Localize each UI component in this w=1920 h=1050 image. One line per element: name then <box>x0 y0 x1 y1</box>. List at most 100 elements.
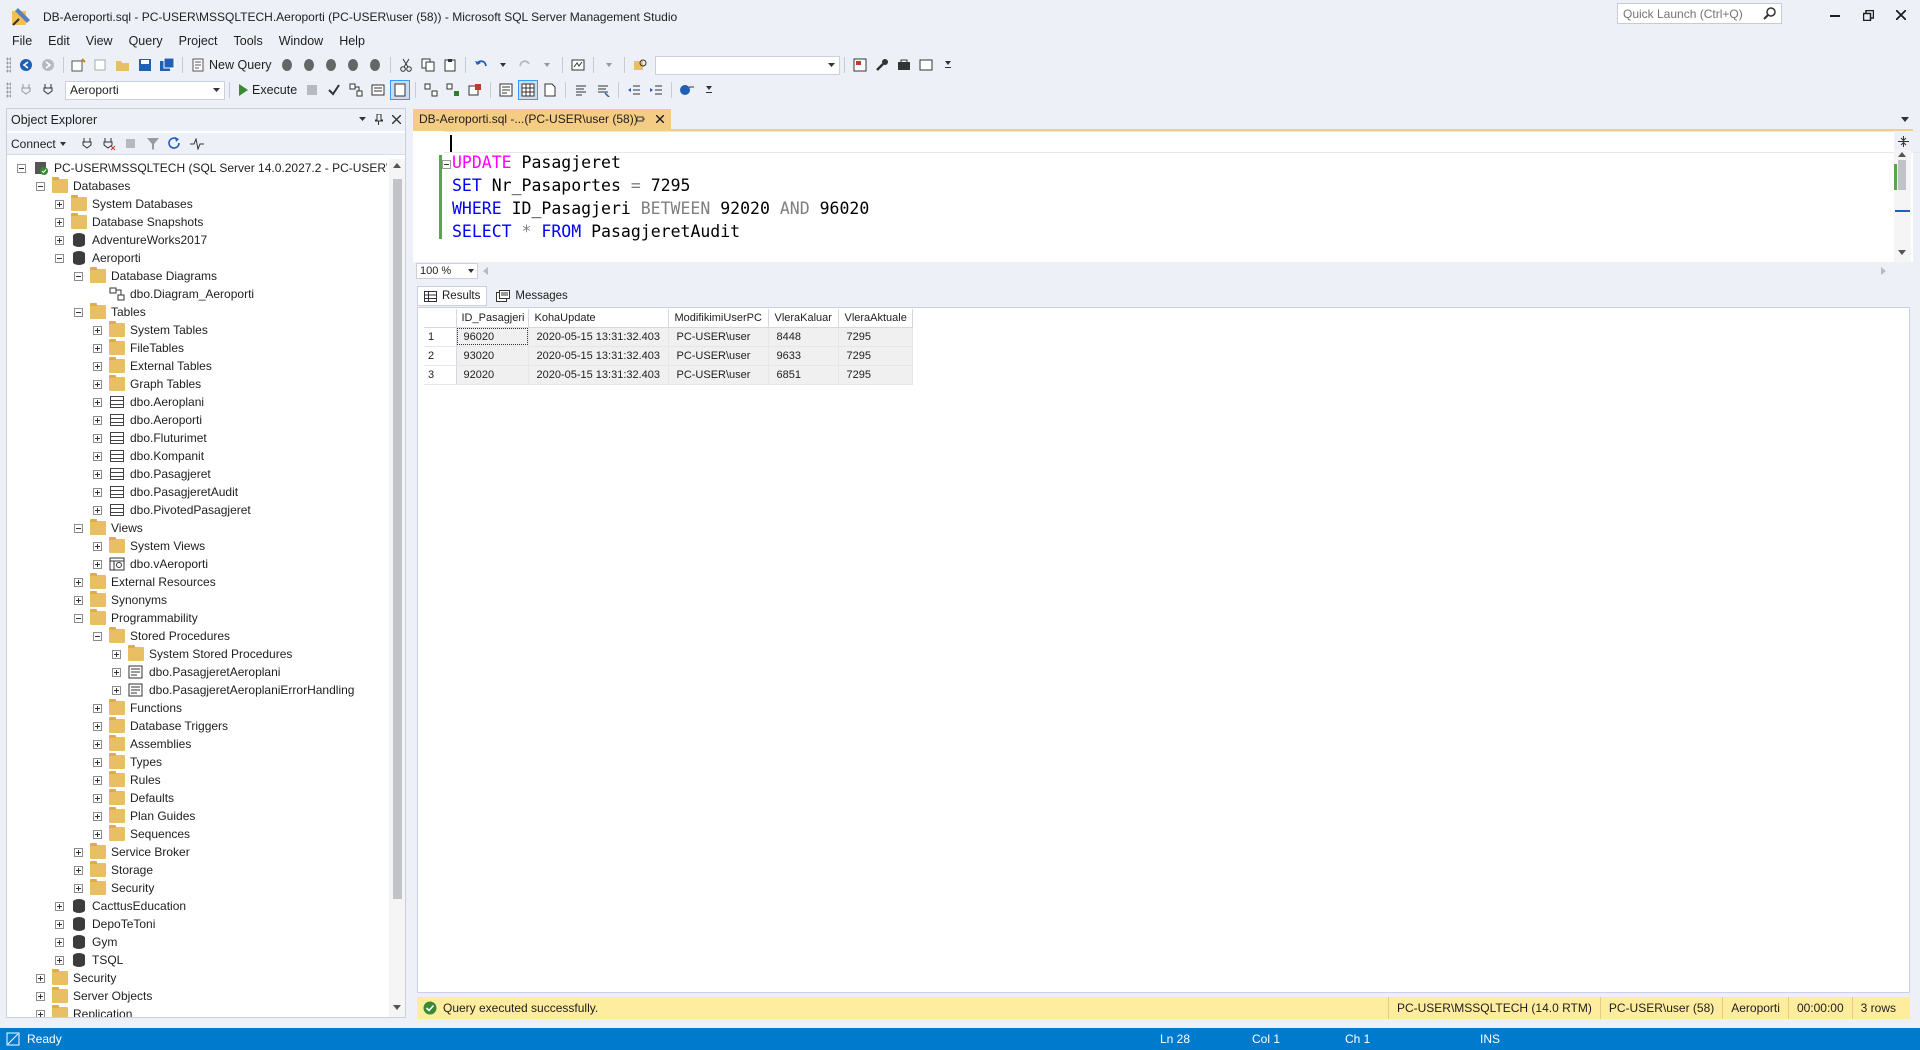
tree-node[interactable]: Database Diagrams <box>74 267 217 285</box>
tree-node[interactable]: Database Triggers <box>93 717 228 735</box>
live-stats-button[interactable] <box>443 80 463 100</box>
change-connection-button[interactable] <box>38 80 58 100</box>
add-item-button[interactable] <box>91 55 111 75</box>
tree-node[interactable]: Types <box>93 753 162 771</box>
decrease-indent-button[interactable] <box>624 80 644 100</box>
tree-node[interactable]: Databases <box>36 177 130 195</box>
tree-node[interactable]: AdventureWorks2017 <box>55 231 207 249</box>
results-to-text-button[interactable] <box>496 80 516 100</box>
estimated-plan-button[interactable] <box>346 80 366 100</box>
scroll-right-icon[interactable] <box>1881 267 1886 275</box>
expand-icon[interactable] <box>93 415 102 425</box>
expand-icon[interactable] <box>93 469 102 479</box>
scroll-up-icon[interactable] <box>393 163 401 168</box>
expand-icon[interactable] <box>74 883 83 893</box>
comment-button[interactable] <box>571 80 591 100</box>
expand-icon[interactable] <box>93 505 102 515</box>
tree-node[interactable]: TSQL <box>55 951 123 969</box>
menu-query[interactable]: Query <box>121 34 171 48</box>
expand-icon[interactable] <box>93 811 102 821</box>
collapse-icon[interactable] <box>93 631 102 641</box>
tree-node[interactable]: dbo.Kompanit <box>93 447 204 465</box>
solution-config-dropdown[interactable] <box>599 55 619 75</box>
expand-icon[interactable] <box>93 397 102 407</box>
execute-button[interactable]: Execute <box>234 80 301 100</box>
tree-node[interactable]: External Resources <box>74 573 216 591</box>
tree-node[interactable]: Rules <box>93 771 161 789</box>
restore-button[interactable] <box>1853 4 1883 26</box>
row-number[interactable]: 2 <box>424 346 457 366</box>
expand-icon[interactable] <box>93 361 102 371</box>
tree-node[interactable]: dbo.PasagjeretAudit <box>93 483 238 501</box>
tree-node[interactable]: dbo.Aeroporti <box>93 411 202 429</box>
tree-node[interactable]: dbo.PasagjeretAeroplaniErrorHandling <box>112 681 354 699</box>
expand-icon[interactable] <box>74 847 83 857</box>
redo-button[interactable] <box>515 55 535 75</box>
tree-node[interactable]: Server Objects <box>36 987 152 1005</box>
expand-icon[interactable] <box>55 199 64 209</box>
undo-button[interactable] <box>471 55 491 75</box>
back-button[interactable] <box>16 55 36 75</box>
grid-cell[interactable]: 8448 <box>768 327 840 347</box>
tree-node[interactable]: Views <box>74 519 143 537</box>
results-to-file-button[interactable] <box>540 80 560 100</box>
expand-icon[interactable] <box>93 775 102 785</box>
tree-node[interactable]: dbo.Fluturimet <box>93 429 207 447</box>
expand-icon[interactable] <box>93 541 102 551</box>
tab-results[interactable]: Results <box>417 286 488 306</box>
tree-node[interactable]: DepoTeToni <box>55 915 155 933</box>
grid-cell[interactable]: 9633 <box>768 346 840 366</box>
expand-icon[interactable] <box>93 559 102 569</box>
window-position-icon[interactable] <box>359 117 366 121</box>
grid-cell[interactable]: 7295 <box>838 365 914 385</box>
cancel-query-button[interactable] <box>302 80 322 100</box>
tree-node[interactable]: Defaults <box>93 789 174 807</box>
oe-stop-button[interactable] <box>121 134 141 154</box>
scroll-left-icon[interactable] <box>483 267 488 275</box>
cut-button[interactable] <box>396 55 416 75</box>
grid-cell[interactable]: 92020 <box>456 365 530 385</box>
db-engine-query-button[interactable] <box>277 55 297 75</box>
expand-icon[interactable] <box>55 235 64 245</box>
connect-button[interactable] <box>16 80 36 100</box>
collapse-icon[interactable] <box>55 253 64 263</box>
increase-indent-button[interactable] <box>646 80 666 100</box>
tree-node[interactable]: Storage <box>74 861 153 879</box>
scroll-down-icon[interactable] <box>1898 250 1906 255</box>
tree-node[interactable]: Database Snapshots <box>55 213 203 231</box>
new-query-button[interactable]: New Query <box>187 55 276 75</box>
dmx-query-button[interactable] <box>321 55 341 75</box>
analysis-query-button[interactable] <box>299 55 319 75</box>
window-layout-button[interactable] <box>916 55 936 75</box>
query-options-button[interactable] <box>368 80 388 100</box>
oe-activity-button[interactable] <box>187 134 207 154</box>
collapse-icon[interactable] <box>74 613 83 623</box>
tab-db-aeroporti-sql[interactable]: DB-Aeroporti.sql -...(PC-USER\user (58)) <box>413 109 671 129</box>
save-button[interactable] <box>135 55 155 75</box>
column-header[interactable]: KohaUpdate <box>528 309 670 328</box>
column-header[interactable]: VleraAktuale <box>838 309 914 328</box>
expand-icon[interactable] <box>93 343 102 353</box>
pin-icon[interactable] <box>375 114 383 125</box>
expand-icon[interactable] <box>93 829 102 839</box>
expand-icon[interactable] <box>112 649 121 659</box>
expand-icon[interactable] <box>36 991 45 1001</box>
tree-node[interactable]: Sequences <box>93 825 190 843</box>
tree-node[interactable]: Gym <box>55 933 117 951</box>
find-combo[interactable] <box>654 55 840 75</box>
properties-button[interactable] <box>872 55 892 75</box>
row-number[interactable]: 3 <box>424 365 457 385</box>
xmla-query-button[interactable] <box>343 55 363 75</box>
close-button[interactable] <box>1886 4 1916 26</box>
row-number-header[interactable] <box>424 309 457 328</box>
expand-icon[interactable] <box>93 379 102 389</box>
tree-node[interactable]: Assemblies <box>93 735 191 753</box>
tree-node[interactable]: System Tables <box>93 321 208 339</box>
quick-launch[interactable] <box>1617 3 1782 24</box>
grid-cell[interactable]: 7295 <box>838 327 914 347</box>
tree-node[interactable]: Service Broker <box>74 843 190 861</box>
tree-node[interactable]: Security <box>74 879 154 897</box>
expand-icon[interactable] <box>93 703 102 713</box>
save-all-button[interactable] <box>157 55 177 75</box>
expand-icon[interactable] <box>74 577 83 587</box>
